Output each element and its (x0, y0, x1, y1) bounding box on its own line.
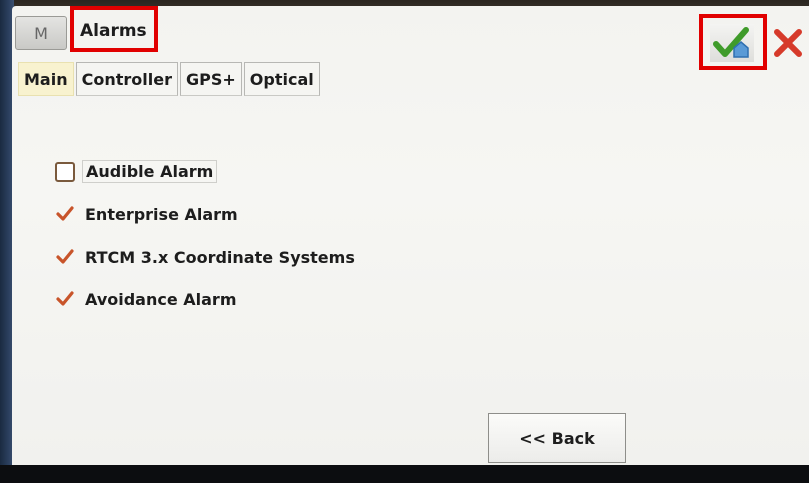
tab-bar: Main Controller GPS+ Optical (18, 62, 320, 96)
tab-main[interactable]: Main (18, 62, 74, 96)
avoidance-alarm-row[interactable]: Avoidance Alarm (55, 289, 237, 309)
cancel-button[interactable] (770, 24, 806, 62)
accept-highlight-box (699, 14, 767, 70)
enterprise-alarm-label: Enterprise Alarm (85, 204, 238, 224)
rtcm-coordinate-systems-checkbox[interactable] (55, 247, 75, 267)
audible-alarm-row[interactable]: Audible Alarm (55, 160, 218, 183)
audible-alarm-label: Audible Alarm (82, 160, 218, 183)
device-bezel-bottom (0, 465, 809, 483)
enterprise-alarm-checkbox[interactable] (55, 204, 75, 224)
close-icon (774, 29, 802, 57)
menu-button[interactable]: M (15, 16, 67, 50)
back-button[interactable]: << Back (488, 413, 626, 463)
tab-controller[interactable]: Controller (75, 62, 178, 96)
tab-optical[interactable]: Optical (243, 62, 320, 96)
tab-gps[interactable]: GPS+ (179, 62, 242, 96)
enterprise-alarm-row[interactable]: Enterprise Alarm (55, 204, 238, 224)
checkmark-icon (56, 291, 74, 306)
rtcm-coordinate-systems-row[interactable]: RTCM 3.x Coordinate Systems (55, 247, 355, 267)
avoidance-alarm-label: Avoidance Alarm (85, 289, 237, 309)
menu-icon: M (34, 23, 48, 43)
rtcm-coordinate-systems-label: RTCM 3.x Coordinate Systems (85, 247, 355, 267)
checkmark-icon (56, 206, 74, 221)
avoidance-alarm-checkbox[interactable] (55, 289, 75, 309)
title-highlight-box (70, 6, 158, 52)
audible-alarm-checkbox[interactable] (55, 161, 75, 182)
checkmark-icon (56, 249, 74, 264)
